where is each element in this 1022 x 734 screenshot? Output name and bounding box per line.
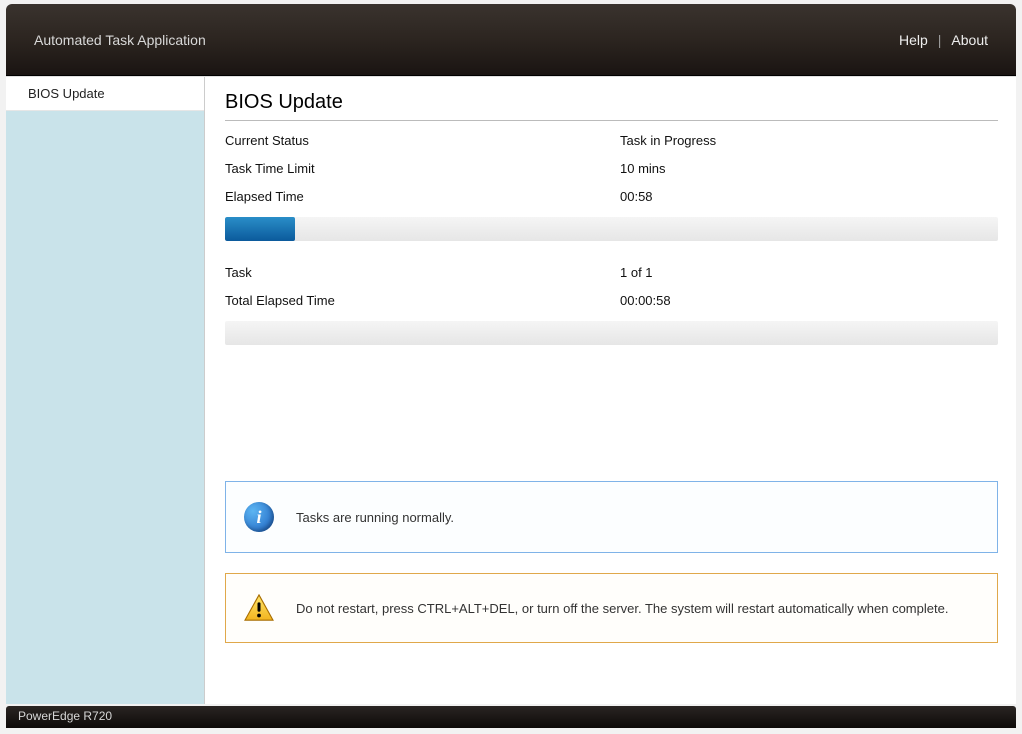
status-value: 00:58 [620, 189, 998, 204]
sidebar-item-label: BIOS Update [28, 86, 105, 101]
sidebar: BIOS Update [6, 77, 205, 704]
task-progress-bar [225, 217, 998, 241]
status-label: Task Time Limit [225, 161, 620, 176]
footer-bar: PowerEdge R720 [6, 706, 1016, 728]
page-title: BIOS Update [225, 91, 998, 114]
main-content: BIOS Update Current Status Task in Progr… [205, 77, 1016, 704]
task-label: Task [225, 265, 620, 280]
info-alert-text: Tasks are running normally. [296, 510, 454, 525]
info-alert: i Tasks are running normally. [225, 481, 998, 553]
help-link[interactable]: Help [899, 32, 928, 48]
sidebar-item-bios-update[interactable]: BIOS Update [6, 77, 204, 111]
header-bar: Automated Task Application Help | About [6, 4, 1016, 76]
info-icon: i [244, 502, 274, 532]
task-value: 1 of 1 [620, 265, 998, 280]
task-row-task-count: Task 1 of 1 [225, 265, 998, 280]
task-label: Total Elapsed Time [225, 293, 620, 308]
footer-model: PowerEdge R720 [18, 709, 112, 723]
separator: | [938, 32, 942, 48]
spacer [225, 369, 998, 481]
status-label: Current Status [225, 133, 620, 148]
status-row-elapsed-time: Elapsed Time 00:58 [225, 189, 998, 204]
task-value: 00:00:58 [620, 293, 998, 308]
title-divider [225, 120, 998, 121]
task-row-total-elapsed: Total Elapsed Time 00:00:58 [225, 293, 998, 308]
status-label: Elapsed Time [225, 189, 620, 204]
status-value: 10 mins [620, 161, 998, 176]
status-row-time-limit: Task Time Limit 10 mins [225, 161, 998, 176]
app-title: Automated Task Application [34, 32, 206, 48]
warning-icon [244, 594, 274, 622]
overall-progress-bar [225, 321, 998, 345]
body-row: BIOS Update BIOS Update Current Status T… [6, 76, 1016, 704]
task-progress-fill [225, 217, 295, 241]
about-link[interactable]: About [951, 32, 988, 48]
header-links: Help | About [899, 32, 988, 48]
status-row-current-status: Current Status Task in Progress [225, 133, 998, 148]
warning-alert: Do not restart, press CTRL+ALT+DEL, or t… [225, 573, 998, 643]
status-value: Task in Progress [620, 133, 998, 148]
warning-alert-text: Do not restart, press CTRL+ALT+DEL, or t… [296, 601, 948, 616]
